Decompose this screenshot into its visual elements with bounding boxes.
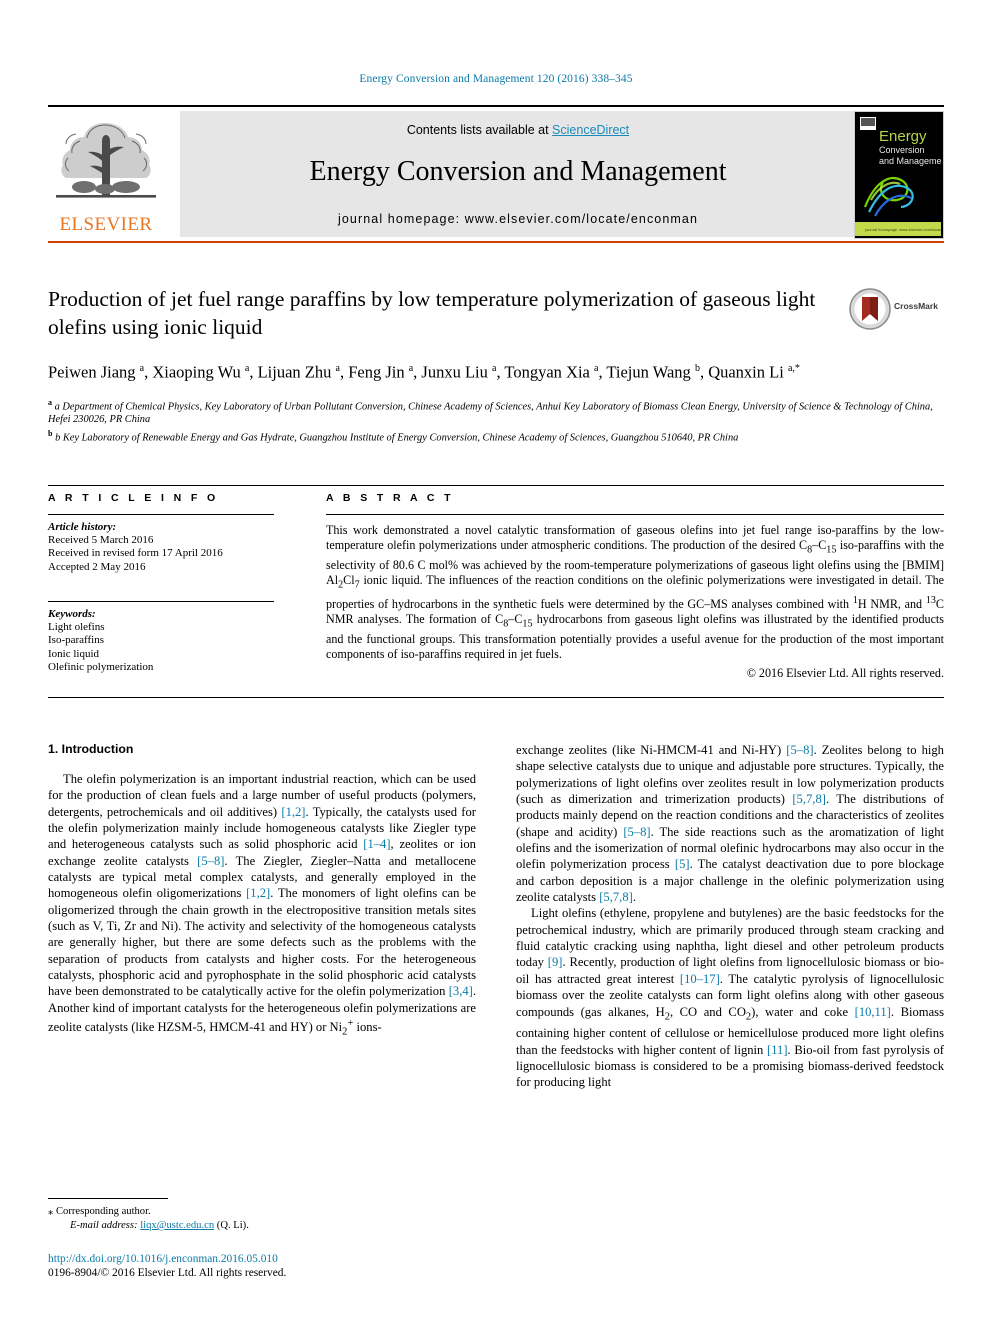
contents-prefix: Contents lists available at <box>406 123 553 137</box>
history-accepted: Accepted 2 May 2016 <box>48 561 146 574</box>
keyword-item: Olefinic polymerization <box>48 661 154 674</box>
journal-banner: Contents lists available at ScienceDirec… <box>180 111 856 237</box>
article-info-rule <box>48 514 274 515</box>
paper-page: Energy Conversion and Management 120 (20… <box>0 0 992 1323</box>
body-paragraph: exchange zeolites (like Ni-HMCM-41 and N… <box>516 743 944 905</box>
svg-text:and Management: and Management <box>879 156 941 166</box>
body-column-left: 1. Introduction The olefin polymerizatio… <box>48 742 476 1041</box>
affiliation-list: a a Department of Chemical Physics, Key … <box>48 396 944 445</box>
publication-info: http://dx.doi.org/10.1016/j.enconman.201… <box>48 1252 476 1280</box>
journal-masthead: ELSEVIER Contents lists available at Sci… <box>48 105 944 244</box>
keyword-item: Ionic liquid <box>48 647 100 660</box>
corresponding-author-footnote: ⁎ Corresponding author. E-mail address: … <box>48 1198 476 1233</box>
corresponding-text: Corresponding author. <box>55 1205 151 1217</box>
article-info-heading: A R T I C L E I N F O <box>48 492 219 504</box>
crossmark-label: CrossMark <box>894 301 938 311</box>
info-abstract-top-rule <box>48 485 944 486</box>
contents-available-line: Contents lists available at ScienceDirec… <box>180 123 856 137</box>
history-revised: Received in revised form 17 April 2016 <box>48 547 223 560</box>
svg-text:Energy: Energy <box>879 128 927 145</box>
masthead-top-rule <box>48 105 944 107</box>
email-suffix: (Q. Li). <box>216 1219 249 1231</box>
affiliation-b-text: b Key Laboratory of Renewable Energy and… <box>55 432 739 444</box>
journal-title: Energy Conversion and Management <box>309 156 727 187</box>
author-list: Peiwen Jiang a, Xiaoping Wu a, Lijuan Zh… <box>48 362 800 382</box>
running-head: Energy Conversion and Management 120 (20… <box>359 73 633 85</box>
email-link[interactable]: liqx@ustc.edu.cn <box>140 1220 214 1231</box>
history-received: Received 5 March 2016 <box>48 533 154 546</box>
abstract-rule <box>326 514 944 515</box>
abstract-copyright: © 2016 Elsevier Ltd. All rights reserved… <box>746 665 944 680</box>
svg-text:journal homepage: www.elsevier: journal homepage: www.elsevier.com/locat… <box>864 227 941 232</box>
elsevier-wordmark: ELSEVIER <box>59 214 153 235</box>
section-heading-introduction: 1. Introduction <box>48 742 134 756</box>
crossmark-badge[interactable]: CrossMark <box>848 287 944 331</box>
doi-link[interactable]: http://dx.doi.org/10.1016/j.enconman.201… <box>48 1252 476 1266</box>
title-block: Production of jet fuel range paraffins b… <box>48 285 944 445</box>
sciencedirect-link[interactable]: ScienceDirect <box>552 123 629 137</box>
keyword-item: Light olefins <box>48 620 105 633</box>
keywords-rule <box>48 600 274 602</box>
keyword-item: Iso-paraffins <box>48 634 104 647</box>
journal-cover-art: Energy Conversion and Management journal… <box>855 112 943 236</box>
abstract-heading: A B S T R A C T <box>326 492 454 504</box>
email-label: E-mail address: <box>70 1219 138 1231</box>
elsevier-logo: ELSEVIER <box>50 111 162 237</box>
journal-cover-thumbnail: Energy Conversion and Management journal… <box>854 111 944 239</box>
body-paragraph: The olefin polymerization is an importan… <box>48 772 477 1038</box>
affiliation-a: a a Department of Chemical Physics, Key … <box>48 397 933 426</box>
svg-text:Conversion: Conversion <box>879 145 925 155</box>
body-column-right: exchange zeolites (like Ni-HMCM-41 and N… <box>516 742 944 1091</box>
journal-homepage-line[interactable]: journal homepage: www.elsevier.com/locat… <box>180 212 856 226</box>
corresponding-author-line: ⁎ Corresponding author. <box>48 1205 476 1219</box>
crossmark-icon <box>849 288 891 330</box>
affiliation-b: b b Key Laboratory of Renewable Energy a… <box>48 428 739 444</box>
keywords-label: Keywords: <box>48 607 96 620</box>
email-line: E-mail address: liqx@ustc.edu.cn (Q. Li)… <box>48 1219 476 1233</box>
abstract-text: This work demonstrated a novel catalytic… <box>326 522 944 662</box>
article-info-column: A R T I C L E I N F O Article history: R… <box>48 492 300 675</box>
body-columns: 1. Introduction The olefin polymerizatio… <box>48 742 944 1242</box>
issn-copyright-line: 0196-8904/© 2016 Elsevier Ltd. All right… <box>48 1267 287 1279</box>
info-abstract-bottom-rule <box>48 697 944 698</box>
page-title: Production of jet fuel range paraffins b… <box>48 287 816 339</box>
abstract-column: A B S T R A C T This work demonstrated a… <box>326 492 944 681</box>
affiliation-a-text: a Department of Chemical Physics, Key La… <box>48 400 933 426</box>
corresponding-marker: ⁎ <box>48 1205 54 1217</box>
elsevier-tree-icon <box>56 123 156 198</box>
article-history-label: Article history: <box>48 520 117 533</box>
body-paragraph: Light olefins (ethylene, propylene and b… <box>516 906 944 1090</box>
masthead-bottom-rule <box>48 241 944 244</box>
footnote-rule <box>48 1198 168 1199</box>
